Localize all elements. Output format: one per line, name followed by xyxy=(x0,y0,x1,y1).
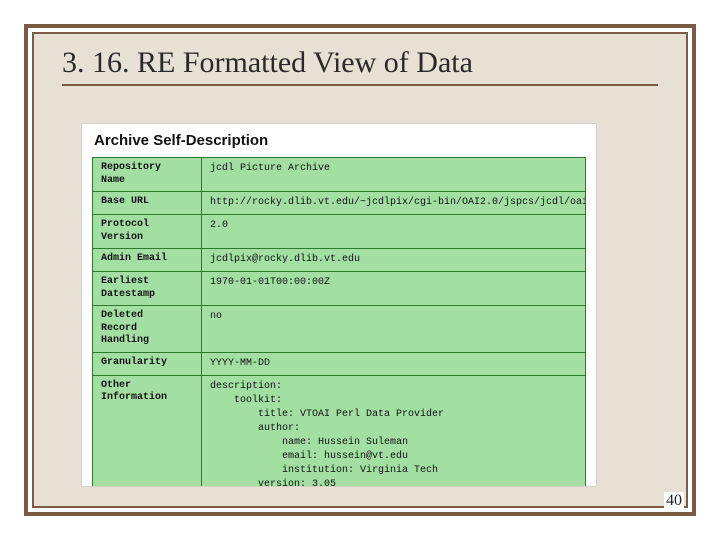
table-row: Deleted Record Handlingno xyxy=(93,306,586,353)
panel-heading: Archive Self-Description xyxy=(94,132,586,149)
slide: 3. 16. RE Formatted View of Data Archive… xyxy=(0,0,720,540)
table-key: Other Information xyxy=(93,375,202,486)
table-value: no xyxy=(202,306,586,353)
table-value: 1970-01-01T00:00:00Z xyxy=(202,272,586,306)
slide-title: 3. 16. RE Formatted View of Data xyxy=(62,46,658,80)
title-wrap: 3. 16. RE Formatted View of Data xyxy=(34,34,686,86)
table-row: Other Informationdescription: toolkit: t… xyxy=(93,375,586,486)
table-row: Earliest Datestamp1970-01-01T00:00:00Z xyxy=(93,272,586,306)
table-key: Protocol Version xyxy=(93,215,202,249)
table-row: GranularityYYYY-MM-DD xyxy=(93,352,586,375)
table-row: Protocol Version2.0 xyxy=(93,215,586,249)
table-value: http://rocky.dlib.vt.edu/~jcdlpix/cgi-bi… xyxy=(202,192,586,215)
content-panel-inner: Archive Self-Description Repository Name… xyxy=(82,124,596,486)
archive-table: Repository Namejcdl Picture ArchiveBase … xyxy=(92,157,586,486)
title-rule xyxy=(62,84,658,86)
inner-frame: 3. 16. RE Formatted View of Data Archive… xyxy=(32,32,688,508)
table-value: jcdl Picture Archive xyxy=(202,158,586,192)
table-row: Admin Emailjcdlpix@rocky.dlib.vt.edu xyxy=(93,249,586,272)
table-value: jcdlpix@rocky.dlib.vt.edu xyxy=(202,249,586,272)
table-key: Earliest Datestamp xyxy=(93,272,202,306)
table-key: Admin Email xyxy=(93,249,202,272)
table-row: Base URLhttp://rocky.dlib.vt.edu/~jcdlpi… xyxy=(93,192,586,215)
page-number: 40 xyxy=(664,492,684,510)
archive-table-body: Repository Namejcdl Picture ArchiveBase … xyxy=(93,158,586,487)
table-key: Deleted Record Handling xyxy=(93,306,202,353)
table-value: YYYY-MM-DD xyxy=(202,352,586,375)
table-key: Granularity xyxy=(93,352,202,375)
table-key: Repository Name xyxy=(93,158,202,192)
table-row: Repository Namejcdl Picture Archive xyxy=(93,158,586,192)
table-key: Base URL xyxy=(93,192,202,215)
table-value: description: toolkit: title: VTOAI Perl … xyxy=(202,375,586,486)
content-panel: Archive Self-Description Repository Name… xyxy=(82,124,596,486)
table-value: 2.0 xyxy=(202,215,586,249)
outer-frame: 3. 16. RE Formatted View of Data Archive… xyxy=(24,24,696,516)
